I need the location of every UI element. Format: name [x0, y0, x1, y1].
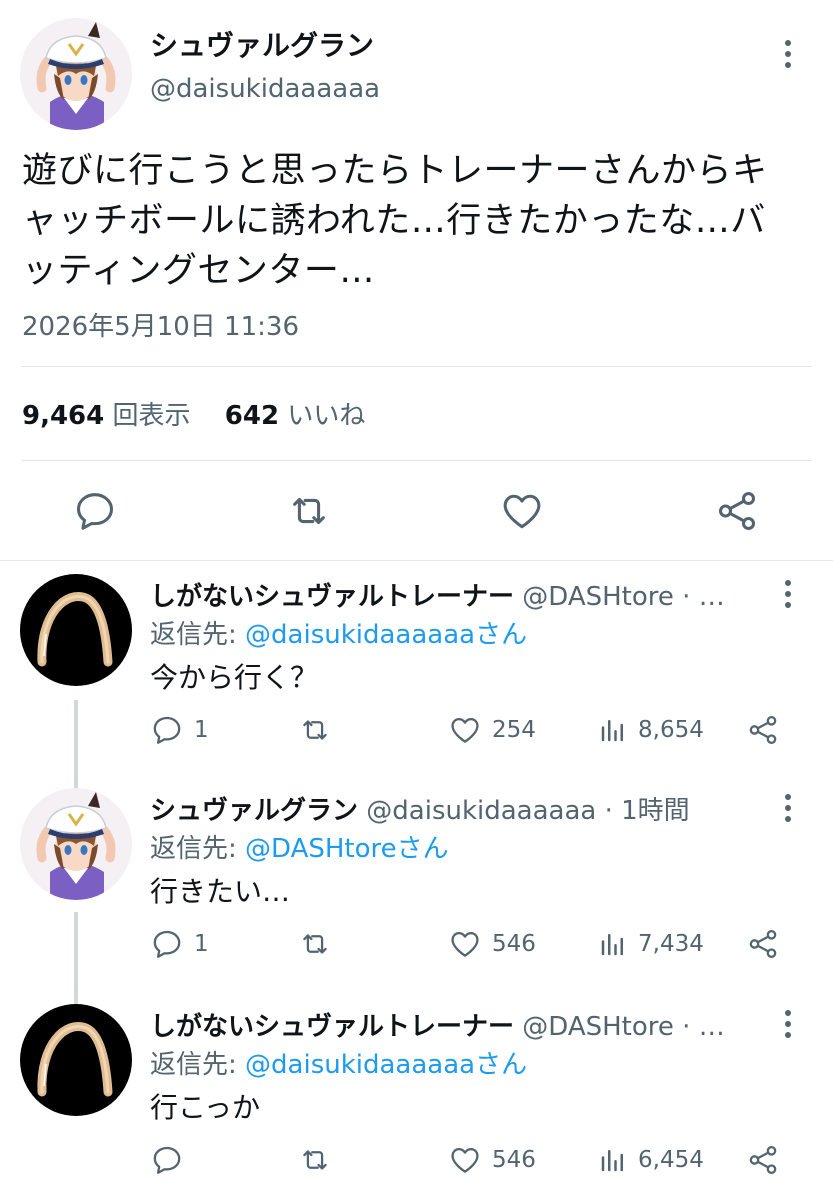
headband-avatar-image	[20, 574, 132, 686]
heart-icon	[448, 1143, 482, 1177]
view-count: 8,654	[638, 717, 704, 743]
likes-count[interactable]: 642	[225, 401, 279, 431]
views-icon	[598, 715, 628, 745]
reply-count: 1	[194, 931, 209, 957]
retweet-button[interactable]	[298, 1140, 342, 1180]
tweet-action-bar	[0, 488, 833, 534]
display-name[interactable]: シュヴァルグラン	[150, 24, 374, 64]
display-name[interactable]: しがないシュヴァルトレーナー	[150, 582, 514, 612]
handle-and-time: @DASHtore · …	[522, 582, 725, 612]
view-count: 6,454	[638, 1147, 704, 1173]
reply-to-label: 返信先:	[150, 834, 246, 864]
like-button[interactable]: 546	[448, 924, 536, 964]
handle-and-time: @DASHtore · …	[522, 1012, 725, 1042]
tweet-text-line: ャッチボールに誘われた…行きたかったな…バ	[22, 201, 766, 241]
likes-label[interactable]: いいね	[287, 401, 365, 431]
tweet-text-line: 遊びに行こうと思ったらトレーナーさんからキ	[22, 151, 768, 191]
retweet-icon[interactable]	[286, 488, 332, 534]
more-options-icon[interactable]	[778, 574, 798, 614]
reply-button[interactable]: 1	[150, 710, 209, 750]
heart-icon[interactable]	[499, 488, 545, 534]
avatar[interactable]	[20, 1004, 132, 1116]
share-button[interactable]	[746, 1140, 780, 1180]
reply-text: 行こっか	[150, 1091, 261, 1124]
retweet-icon	[298, 713, 332, 747]
views-icon	[598, 929, 628, 959]
like-button[interactable]: 254	[448, 710, 536, 750]
handle-and-time: @daisukidaaaaaa · 1時間	[366, 796, 690, 826]
reply-action-bar: 1 254 8,654	[150, 710, 810, 750]
views-icon	[598, 1145, 628, 1175]
views-button[interactable]: 6,454	[598, 1140, 704, 1180]
divider	[22, 460, 812, 461]
share-button[interactable]	[746, 710, 780, 750]
reply-action-bar: 546 6,454	[150, 1140, 810, 1180]
display-name[interactable]: しがないシュヴァルトレーナー	[150, 1012, 514, 1042]
heart-icon	[448, 713, 482, 747]
comment-icon	[150, 1143, 184, 1177]
reply-tweet[interactable]: しがないシュヴァルトレーナー @DASHtore · … 返信先: @daisu…	[0, 560, 833, 772]
headband-avatar-image	[20, 1004, 132, 1116]
reply-count: 1	[194, 717, 209, 743]
share-icon	[746, 713, 780, 747]
reply-header: シュヴァルグラン @daisukidaaaaaa · 1時間	[150, 790, 770, 827]
avatar[interactable]	[20, 18, 132, 130]
mention-link[interactable]: @daisukidaaaaaaさん	[245, 620, 527, 650]
views-button[interactable]: 7,434	[598, 924, 704, 964]
retweet-button[interactable]	[298, 924, 342, 964]
like-count: 254	[492, 717, 536, 743]
comment-icon	[150, 927, 184, 961]
anime-girl-avatar-image	[20, 788, 132, 900]
share-icon	[746, 1143, 780, 1177]
display-name[interactable]: シュヴァルグラン	[150, 796, 358, 826]
user-handle[interactable]: @daisukidaaaaaa	[150, 74, 380, 104]
tweet-text-line: ッティングセンター…	[22, 251, 375, 291]
more-options-icon[interactable]	[778, 34, 798, 74]
reply-to: 返信先: @daisukidaaaaaaさん	[150, 614, 527, 651]
mention-link[interactable]: @daisukidaaaaaaさん	[245, 1050, 527, 1080]
like-button[interactable]: 546	[448, 1140, 536, 1180]
tweet-text: 遊びに行こうと思ったらトレーナーさんからキ ャッチボールに誘われた…行きたかった…	[22, 146, 822, 296]
views-button[interactable]: 8,654	[598, 710, 704, 750]
reply-button[interactable]: 1	[150, 924, 209, 964]
comment-icon[interactable]	[72, 488, 118, 534]
reply-to-label: 返信先:	[150, 620, 246, 650]
avatar[interactable]	[20, 788, 132, 900]
reply-to: 返信先: @daisukidaaaaaaさん	[150, 1044, 527, 1081]
heart-icon	[448, 927, 482, 961]
main-tweet: シュヴァルグラン @daisukidaaaaaa 遊びに行こうと思ったらトレーナ…	[0, 0, 833, 560]
views-count: 9,464	[22, 401, 105, 431]
share-icon[interactable]	[714, 488, 760, 534]
comment-icon	[150, 713, 184, 747]
tweet-stats: 9,464 回表示 642 いいね	[22, 395, 365, 432]
share-button[interactable]	[746, 924, 780, 964]
avatar[interactable]	[20, 574, 132, 686]
reply-button[interactable]	[150, 1140, 194, 1180]
view-count: 7,434	[638, 931, 704, 957]
share-icon	[746, 927, 780, 961]
more-options-icon[interactable]	[778, 788, 798, 828]
more-options-icon[interactable]	[778, 1004, 798, 1044]
views-label: 回表示	[112, 401, 191, 431]
reply-header: しがないシュヴァルトレーナー @DASHtore · …	[150, 576, 770, 613]
like-count: 546	[492, 931, 536, 957]
reply-to: 返信先: @DASHtoreさん	[150, 828, 449, 865]
divider	[22, 366, 812, 367]
reply-to-label: 返信先:	[150, 1050, 246, 1080]
tweet-timestamp[interactable]: 2026年5月10日 11:36	[22, 306, 299, 343]
reply-action-bar: 1 546 7,434	[150, 924, 810, 964]
mention-link[interactable]: @DASHtoreさん	[245, 834, 449, 864]
retweet-button[interactable]	[298, 710, 342, 750]
reply-text: 行きたい…	[150, 875, 291, 908]
reply-header: しがないシュヴァルトレーナー @DASHtore · …	[150, 1006, 770, 1043]
reply-tweet[interactable]: シュヴァルグラン @daisukidaaaaaa · 1時間 返信先: @DAS…	[0, 774, 833, 986]
anime-girl-avatar-image	[20, 18, 132, 130]
like-count: 546	[492, 1147, 536, 1173]
reply-tweet[interactable]: しがないシュヴァルトレーナー @DASHtore · … 返信先: @daisu…	[0, 990, 833, 1200]
retweet-icon	[298, 927, 332, 961]
retweet-icon	[298, 1143, 332, 1177]
reply-text: 今から行く？	[150, 661, 319, 694]
